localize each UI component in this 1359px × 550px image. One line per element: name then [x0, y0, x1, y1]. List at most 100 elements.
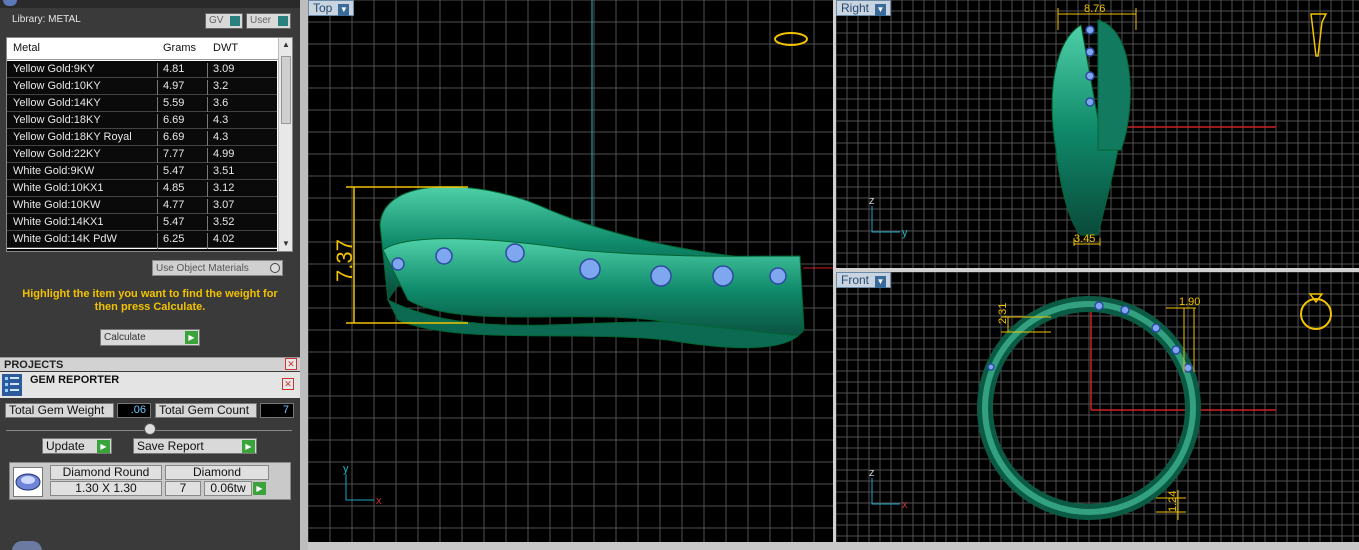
play-arrow-icon: ▶	[185, 331, 198, 344]
calculate-button[interactable]: Calculate ▶	[100, 329, 200, 346]
column-divider	[157, 233, 158, 250]
metal-name: White Gold:14K PdW	[13, 233, 117, 245]
viewport-top-label[interactable]: Top ▼	[308, 0, 355, 16]
viewport-top-name: Top	[313, 1, 333, 15]
play-arrow-icon: ▶	[97, 440, 110, 453]
metal-name: Yellow Gold:14KY	[13, 97, 101, 109]
table-row[interactable]: Yellow Gold:10KY 4.97 3.2	[7, 78, 277, 97]
panel-splitter[interactable]	[300, 0, 308, 550]
col-header-grams[interactable]: Grams	[163, 42, 196, 54]
left-panel: Library: METAL GV User Metal Grams DWT Y…	[0, 0, 300, 550]
gem-stone-icon	[579, 258, 601, 280]
front-dimension-right-value: 1.90	[1179, 296, 1200, 308]
table-row-partial[interactable]	[7, 249, 277, 251]
metal-grams: 5.47	[163, 216, 185, 228]
viewport-right[interactable]: 8.76 3.45 z y Right ▼	[836, 0, 1359, 268]
gem-reporter-close-icon[interactable]: ✕	[282, 378, 294, 390]
gem-stone-icon	[505, 243, 525, 263]
gem-stone-icon	[1085, 25, 1095, 35]
collapse-knob-icon[interactable]	[144, 423, 156, 435]
right-view-canvas[interactable]: 8.76 3.45 z y	[836, 0, 1359, 268]
metal-dwt: 3.07	[213, 199, 235, 211]
table-row[interactable]: Yellow Gold:22KY 7.77 4.99	[7, 146, 277, 165]
table-row[interactable]: Yellow Gold:18KY Royal 6.69 4.3	[7, 129, 277, 148]
user-toggle[interactable]: User	[246, 13, 291, 29]
gem-stone-icon	[1085, 71, 1095, 81]
update-button[interactable]: Update ▶	[42, 438, 112, 454]
metal-name: Yellow Gold:22KY	[13, 148, 101, 160]
metal-dwt: 4.3	[213, 131, 229, 143]
metal-grams: 5.47	[163, 165, 185, 177]
gem-stone-icon	[987, 363, 995, 371]
total-gem-weight-label: Total Gem Weight	[5, 403, 114, 418]
dropdown-arrow-icon: ▼	[875, 276, 887, 288]
gem-stone-icon	[1151, 323, 1161, 333]
round-diamond-icon	[13, 467, 43, 497]
gem-type: Diamond	[165, 465, 269, 480]
metal-grams: 4.97	[163, 80, 185, 92]
table-row[interactable]: White Gold:9KW 5.47 3.51	[7, 163, 277, 182]
metal-name: White Gold:9KW	[13, 165, 95, 177]
col-header-metal[interactable]: Metal	[13, 42, 40, 54]
gem-entry[interactable]: Diamond Round 1.30 X 1.30 Diamond 7 0.06…	[9, 462, 291, 500]
col-header-dwt[interactable]: DWT	[213, 42, 238, 54]
gv-toggle-icon	[230, 16, 240, 26]
metal-name: Yellow Gold:18KY	[13, 114, 101, 126]
save-report-button[interactable]: Save Report ▶	[133, 438, 257, 454]
gv-toggle[interactable]: GV	[205, 13, 243, 29]
metal-name: White Gold:10KX1	[13, 182, 104, 194]
bottom-status-strip	[308, 542, 1359, 550]
gem-weight: 0.06tw	[204, 481, 252, 496]
scroll-thumb[interactable]	[281, 56, 291, 124]
metal-dwt: 3.51	[213, 165, 235, 177]
metal-dwt: 4.02	[213, 233, 235, 245]
play-arrow-icon: ▶	[242, 440, 255, 453]
gem-go-icon[interactable]: ▶	[253, 482, 266, 495]
metal-dwt: 3.52	[213, 216, 235, 228]
table-scrollbar[interactable]: ▲ ▼	[278, 38, 292, 251]
viewport-front[interactable]: 2.31 1.90 1.24 z x Front ▼	[836, 272, 1359, 542]
table-row[interactable]: White Gold:10KW 4.77 3.07	[7, 197, 277, 216]
right-axis-indicator-label-a: z	[869, 195, 875, 207]
gem-reporter-icon	[2, 374, 22, 396]
right-axis-indicator-lines	[871, 206, 900, 233]
metal-name: Yellow Gold:9KY	[13, 63, 95, 75]
dropdown-arrow-icon: ▼	[338, 4, 350, 16]
right-mini-ring-icon	[1310, 13, 1328, 57]
top-axis-indicator-label-b: x	[376, 495, 382, 507]
front-axis-indicator-label-b: x	[902, 499, 908, 511]
table-row[interactable]: White Gold:14K PdW 6.25 4.02	[7, 231, 277, 250]
use-object-materials-checkbox[interactable]: Use Object Materials	[152, 260, 283, 276]
scroll-up-icon[interactable]: ▲	[282, 40, 290, 49]
front-view-canvas[interactable]: 2.31 1.90 1.24 z x	[836, 272, 1359, 542]
table-row[interactable]: Yellow Gold:9KY 4.81 3.09	[7, 61, 277, 80]
table-row[interactable]: White Gold:10KX1 4.85 3.12	[7, 180, 277, 199]
table-row[interactable]: Yellow Gold:14KY 5.59 3.6	[7, 95, 277, 114]
viewport-front-label[interactable]: Front ▼	[836, 272, 892, 288]
gem-reporter-title: GEM REPORTER	[30, 374, 120, 386]
gem-size: 1.30 X 1.30	[50, 481, 162, 496]
table-row[interactable]: Yellow Gold:18KY 6.69 4.3	[7, 112, 277, 131]
table-row[interactable]: White Gold:14KX1 5.47 3.52	[7, 214, 277, 233]
projects-close-icon[interactable]: ✕	[285, 358, 297, 370]
right-dimension-top-value: 8.76	[1084, 3, 1105, 15]
dropdown-arrow-icon: ▼	[875, 4, 887, 16]
scroll-down-icon[interactable]: ▼	[282, 239, 290, 248]
viewport-top[interactable]: 7.37 y x Top ▼	[308, 0, 833, 542]
viewport-right-name: Right	[841, 1, 870, 15]
gem-stone-icon	[1085, 47, 1095, 57]
top-view-canvas[interactable]: 7.37 y x	[308, 0, 833, 542]
projects-header[interactable]: PROJECTS ✕	[0, 357, 300, 371]
metal-grams: 6.69	[163, 131, 185, 143]
metal-grams: 6.25	[163, 233, 185, 245]
user-label: User	[250, 15, 272, 26]
viewport-right-label[interactable]: Right ▼	[836, 0, 892, 16]
library-title: Library: METAL	[12, 14, 81, 25]
user-toggle-icon	[278, 16, 288, 26]
bottom-round-button[interactable]	[12, 541, 42, 550]
gem-stone-icon	[650, 265, 672, 287]
metal-grams: 6.69	[163, 114, 185, 126]
front-dimension-left-value: 2.31	[997, 303, 1009, 324]
metal-grams: 4.77	[163, 199, 185, 211]
metal-name: Yellow Gold:10KY	[13, 80, 101, 92]
